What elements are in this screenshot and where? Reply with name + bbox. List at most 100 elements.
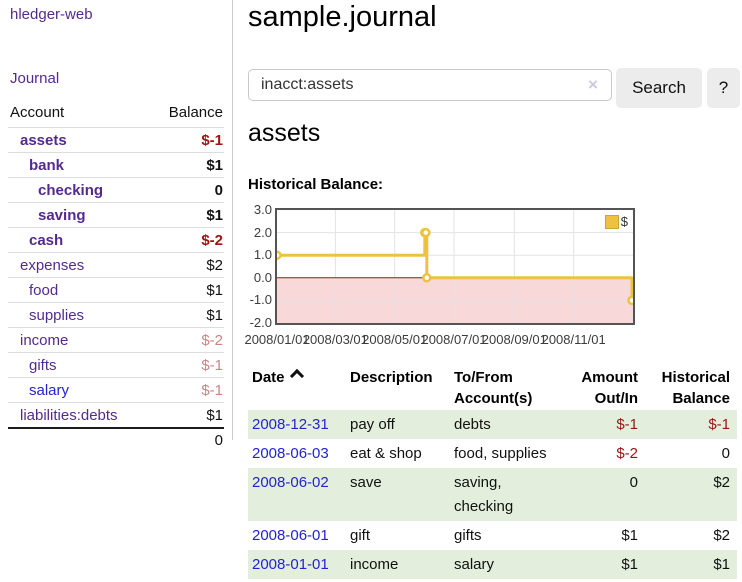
main-content: sample.journal × Search ? assets Histori… xyxy=(248,0,742,582)
accounts-total-row: 0 xyxy=(8,428,224,452)
chart-canvas xyxy=(277,210,633,323)
account-row: supplies $1 xyxy=(8,303,224,328)
account-balance: $1 xyxy=(150,303,224,328)
x-tick-label: 2008/07/01 xyxy=(421,332,486,347)
transaction-accounts: debts xyxy=(450,410,560,439)
y-tick-label: -1.0 xyxy=(248,292,272,307)
sidebar-account-gifts[interactable]: gifts xyxy=(29,357,57,374)
transaction-accounts: gifts xyxy=(450,521,560,550)
register-table: Date Description To/From Account(s) Amou… xyxy=(248,364,737,579)
x-tick-label: 2008/03/01 xyxy=(303,332,368,347)
chart-heading: Historical Balance: xyxy=(248,176,383,193)
transaction-balance: 0 xyxy=(646,439,737,468)
amount-column-header: Amount Out/In xyxy=(560,364,646,410)
transaction-date-link[interactable]: 2008-06-02 xyxy=(252,474,329,491)
transaction-description: income xyxy=(346,550,450,579)
account-balance: $1 xyxy=(150,203,224,228)
y-tick-label: 2.0 xyxy=(248,225,272,240)
account-balance: $-2 xyxy=(150,228,224,253)
date-column-header[interactable]: Date xyxy=(248,364,346,410)
x-tick-label: 2008/01/01 xyxy=(244,332,309,347)
account-row: saving $1 xyxy=(8,203,224,228)
account-row: checking 0 xyxy=(8,178,224,203)
transaction-date-link[interactable]: 2008-06-03 xyxy=(252,445,329,462)
account-row: expenses $2 xyxy=(8,253,224,278)
transaction-accounts: salary xyxy=(450,550,560,579)
transaction-accounts: saving, checking xyxy=(450,468,560,521)
account-balance: $2 xyxy=(150,253,224,278)
transaction-balance: $2 xyxy=(646,521,737,550)
balance-column-header-main: Historical Balance xyxy=(646,364,737,410)
x-tick-label: 2008/05/01 xyxy=(362,332,427,347)
account-heading: assets xyxy=(248,119,320,148)
account-balance: $-1 xyxy=(150,128,224,153)
sidebar-account-supplies[interactable]: supplies xyxy=(29,307,84,324)
sidebar-account-food[interactable]: food xyxy=(29,282,58,299)
search-input[interactable] xyxy=(248,69,612,101)
register-row: 2008-06-01giftgifts$1$2 xyxy=(248,521,737,550)
transaction-amount: 0 xyxy=(560,468,646,521)
account-balance: $-1 xyxy=(150,353,224,378)
transaction-amount: $1 xyxy=(560,550,646,579)
sidebar-account-salary[interactable]: salary xyxy=(29,382,69,399)
accounts-column-header: Account xyxy=(8,100,150,128)
account-row: assets $-1 xyxy=(8,128,224,153)
hledger-web-window: hledger-web Journal Account Balance asse… xyxy=(0,0,742,582)
account-balance: $1 xyxy=(150,403,224,429)
account-balance: 0 xyxy=(150,178,224,203)
account-balance: $-1 xyxy=(150,378,224,403)
account-balance: $-2 xyxy=(150,328,224,353)
sidebar: hledger-web Journal Account Balance asse… xyxy=(0,0,233,440)
page-title: sample.journal xyxy=(248,1,437,34)
sidebar-account-assets[interactable]: assets xyxy=(20,132,67,149)
account-row: liabilities:debts $1 xyxy=(8,403,224,429)
transaction-balance: $2 xyxy=(646,468,737,521)
transaction-description: pay off xyxy=(346,410,450,439)
register-row: 2008-06-02savesaving, checking0$2 xyxy=(248,468,737,521)
y-tick-label: 1.0 xyxy=(248,247,272,262)
account-row: income $-2 xyxy=(8,328,224,353)
register-row: 2008-06-03eat & shopfood, supplies$-20 xyxy=(248,439,737,468)
chart-legend: $ xyxy=(605,214,628,229)
sidebar-item-journal[interactable]: Journal xyxy=(10,70,59,87)
account-balance: $1 xyxy=(150,278,224,303)
sidebar-account-cash[interactable]: cash xyxy=(29,232,63,249)
y-tick-label: -2.0 xyxy=(248,315,272,330)
register-row: 2008-01-01incomesalary$1$1 xyxy=(248,550,737,579)
transaction-date-link[interactable]: 2008-12-31 xyxy=(252,416,329,433)
register-row: 2008-12-31pay offdebts$-1$-1 xyxy=(248,410,737,439)
accounts-total-spacer xyxy=(8,428,150,452)
accounts-table: Account Balance assets $-1 bank $1 checking 0… xyxy=(8,100,224,452)
account-balance: $1 xyxy=(150,153,224,178)
transaction-amount: $-1 xyxy=(560,410,646,439)
account-row: bank $1 xyxy=(8,153,224,178)
sidebar-account-checking[interactable]: checking xyxy=(38,182,103,199)
sidebar-account-bank[interactable]: bank xyxy=(29,157,64,174)
sidebar-account-expenses[interactable]: expenses xyxy=(20,257,84,274)
transaction-balance: $-1 xyxy=(646,410,737,439)
chart-plot-area: $ xyxy=(275,208,635,325)
balance-column-header: Balance xyxy=(150,100,224,128)
app-brand-link[interactable]: hledger-web xyxy=(10,6,93,23)
transaction-amount: $1 xyxy=(560,521,646,550)
tofrom-column-header: To/From Account(s) xyxy=(450,364,560,410)
transaction-accounts: food, supplies xyxy=(450,439,560,468)
transaction-date-link[interactable]: 2008-06-01 xyxy=(252,527,329,544)
account-row: salary $-1 xyxy=(8,378,224,403)
account-row: cash $-2 xyxy=(8,228,224,253)
register-header-row: Date Description To/From Account(s) Amou… xyxy=(248,364,737,410)
transaction-balance: $1 xyxy=(646,550,737,579)
account-row: food $1 xyxy=(8,278,224,303)
x-tick-label: 2008/11/01 xyxy=(542,332,606,347)
transaction-date-link[interactable]: 2008-01-01 xyxy=(252,556,329,573)
sidebar-account-saving[interactable]: saving xyxy=(38,207,86,224)
help-button[interactable]: ? xyxy=(707,68,740,108)
sidebar-account-income[interactable]: income xyxy=(20,332,68,349)
transaction-description: eat & shop xyxy=(346,439,450,468)
historical-balance-chart: 3.02.01.00.0-1.0-2.0 $ 2008/01/012008/03… xyxy=(248,203,742,353)
clear-search-icon[interactable]: × xyxy=(588,75,598,95)
account-row: gifts $-1 xyxy=(8,353,224,378)
search-button[interactable]: Search xyxy=(616,68,702,108)
legend-label: $ xyxy=(621,214,628,229)
sidebar-account-liabilities-debts[interactable]: liabilities:debts xyxy=(20,407,118,424)
